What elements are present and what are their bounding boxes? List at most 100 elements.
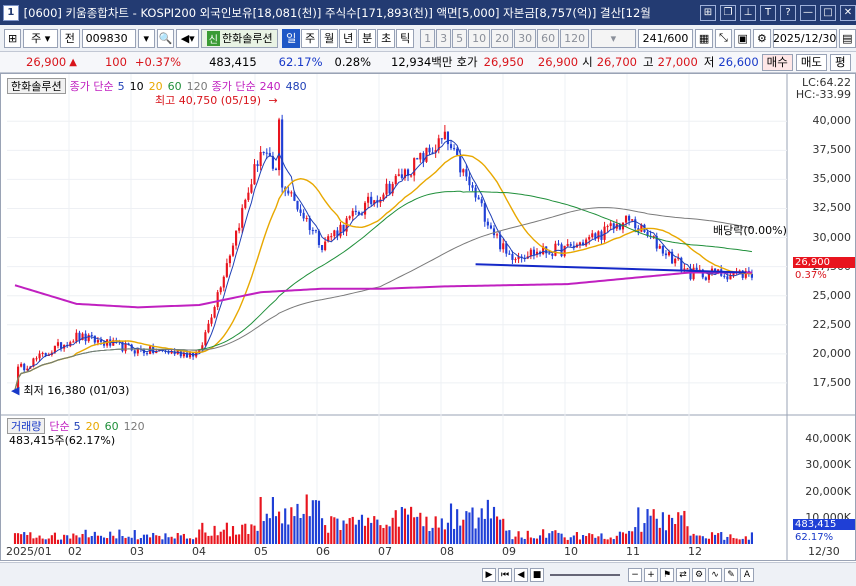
grid-icon[interactable]: ▦: [695, 28, 713, 48]
candle-body: [480, 199, 483, 204]
zoom-slider[interactable]: [550, 573, 620, 576]
period-주[interactable]: 주: [301, 28, 320, 48]
tool-icon[interactable]: ⚑: [660, 567, 674, 582]
volume-bar: [320, 518, 324, 544]
pin-icon[interactable]: ⊥: [740, 4, 756, 21]
volume-bar: [689, 535, 692, 544]
volume-bar: [658, 527, 661, 544]
market-sub-button[interactable]: 전: [60, 28, 80, 48]
candle-body: [287, 190, 290, 194]
period-일[interactable]: 일: [282, 28, 301, 48]
volume-bar: [388, 526, 391, 544]
gear-icon[interactable]: ⚙: [753, 28, 771, 48]
ask-price: 26,950: [483, 55, 524, 69]
code-input[interactable]: 009830: [81, 28, 136, 48]
line-tool-icon[interactable]: ∿: [708, 567, 722, 582]
low-label: 저: [703, 55, 715, 69]
period-년[interactable]: 년: [339, 28, 358, 48]
font-icon[interactable]: T: [760, 4, 776, 21]
candle-body: [231, 245, 235, 256]
volume-bar: [250, 524, 253, 544]
volume-bar: [299, 518, 302, 544]
volume-bar: [145, 534, 149, 544]
sound-icon[interactable]: ◀▾: [176, 28, 200, 48]
compare-icon[interactable]: ⇄: [676, 567, 690, 582]
candle-body: [732, 273, 735, 276]
ma-120: 120: [186, 79, 208, 93]
code-dropdown-icon[interactable]: ▾: [137, 28, 155, 48]
stop-icon[interactable]: ■: [530, 567, 544, 582]
volume-bar: [726, 536, 729, 544]
volume-bar: [379, 525, 382, 544]
calendar-icon[interactable]: ▤: [838, 28, 856, 48]
candle-body: [339, 224, 342, 237]
interval-input[interactable]: ▾: [591, 28, 636, 48]
y-tick: 37,500: [812, 143, 852, 157]
date-input[interactable]: 2025/12/30: [772, 28, 837, 48]
volume-bar: [496, 516, 499, 544]
stock-tag[interactable]: 한화솔루션: [7, 78, 66, 94]
volume-bar: [38, 535, 41, 544]
volume-bar: [50, 535, 53, 544]
font-size-icon[interactable]: A: [740, 567, 754, 582]
scroll-right-icon[interactable]: ▶: [482, 567, 496, 582]
y-tick: 17,500: [812, 375, 852, 389]
zoom-out-icon[interactable]: −: [628, 567, 642, 582]
candle-body: [557, 243, 560, 245]
candle-body: [489, 225, 493, 229]
close-icon[interactable]: ✕: [840, 4, 856, 21]
interval-120[interactable]: 120: [560, 28, 590, 48]
stock-name-field[interactable]: 신 한화솔루션: [201, 28, 279, 48]
candle-body: [69, 342, 72, 347]
volume-bar: [210, 535, 213, 544]
volume-bar: [121, 536, 124, 544]
interval-3[interactable]: 3: [436, 28, 452, 48]
restore-icon[interactable]: ❐: [720, 4, 736, 21]
interval-5[interactable]: 5: [452, 28, 468, 48]
volume-bar: [502, 518, 505, 544]
help-icon[interactable]: ?: [780, 4, 796, 21]
candle-body: [367, 196, 370, 203]
period-월[interactable]: 월: [320, 28, 339, 48]
volume-bar: [499, 519, 502, 544]
interval-30[interactable]: 30: [514, 28, 537, 48]
eval-button[interactable]: 평: [830, 53, 851, 71]
volume-bar: [714, 534, 717, 544]
count-field[interactable]: 241/600: [637, 28, 694, 48]
candle-body: [514, 259, 517, 261]
sell-button[interactable]: 매도: [795, 53, 827, 71]
interval-1[interactable]: 1: [420, 28, 436, 48]
volume-bar: [477, 517, 480, 544]
interval-10[interactable]: 10: [468, 28, 491, 48]
search-icon[interactable]: 🔍: [156, 28, 175, 48]
draw-tool-icon[interactable]: ✎: [724, 567, 738, 582]
minimize-icon[interactable]: —: [800, 4, 816, 21]
save-icon[interactable]: ▣: [734, 28, 752, 48]
scroll-first-icon[interactable]: ⏮: [498, 567, 512, 582]
period-분[interactable]: 분: [358, 28, 377, 48]
buy-button[interactable]: 매수: [761, 53, 793, 71]
interval-60[interactable]: 60: [537, 28, 560, 48]
x-tick: 08: [440, 545, 454, 558]
window-icon[interactable]: ⊞: [700, 4, 716, 21]
zoom-icon[interactable]: ⤡: [714, 28, 733, 48]
candle-body: [609, 223, 612, 227]
market-select[interactable]: 주 ▾: [23, 28, 59, 48]
chart-area[interactable]: 한화솔루션 종가 단순 5 10 20 60 120 종가 단순 240 480 최고 4…: [0, 73, 856, 561]
volume-bar: [416, 516, 419, 544]
lock-icon[interactable]: ⊞: [4, 28, 22, 48]
period-초[interactable]: 초: [377, 28, 396, 48]
volume-bar: [158, 535, 161, 544]
volume-bar: [683, 510, 686, 544]
x-tick: 03: [130, 545, 144, 558]
zoom-in-icon[interactable]: +: [644, 567, 658, 582]
volume-bar: [560, 533, 563, 544]
chart-scrollbar[interactable]: ▶ ⏮ ◀ ■ − + ⚑ ⇄ ⚙ ∿ ✎ A: [0, 562, 856, 586]
candle-body: [548, 253, 551, 255]
play-icon[interactable]: ◀: [514, 567, 528, 582]
maximize-icon[interactable]: □: [820, 4, 836, 21]
settings-icon[interactable]: ⚙: [692, 567, 706, 582]
interval-20[interactable]: 20: [491, 28, 514, 48]
price-volume-chart[interactable]: [1, 74, 855, 560]
period-틱[interactable]: 틱: [396, 28, 415, 48]
